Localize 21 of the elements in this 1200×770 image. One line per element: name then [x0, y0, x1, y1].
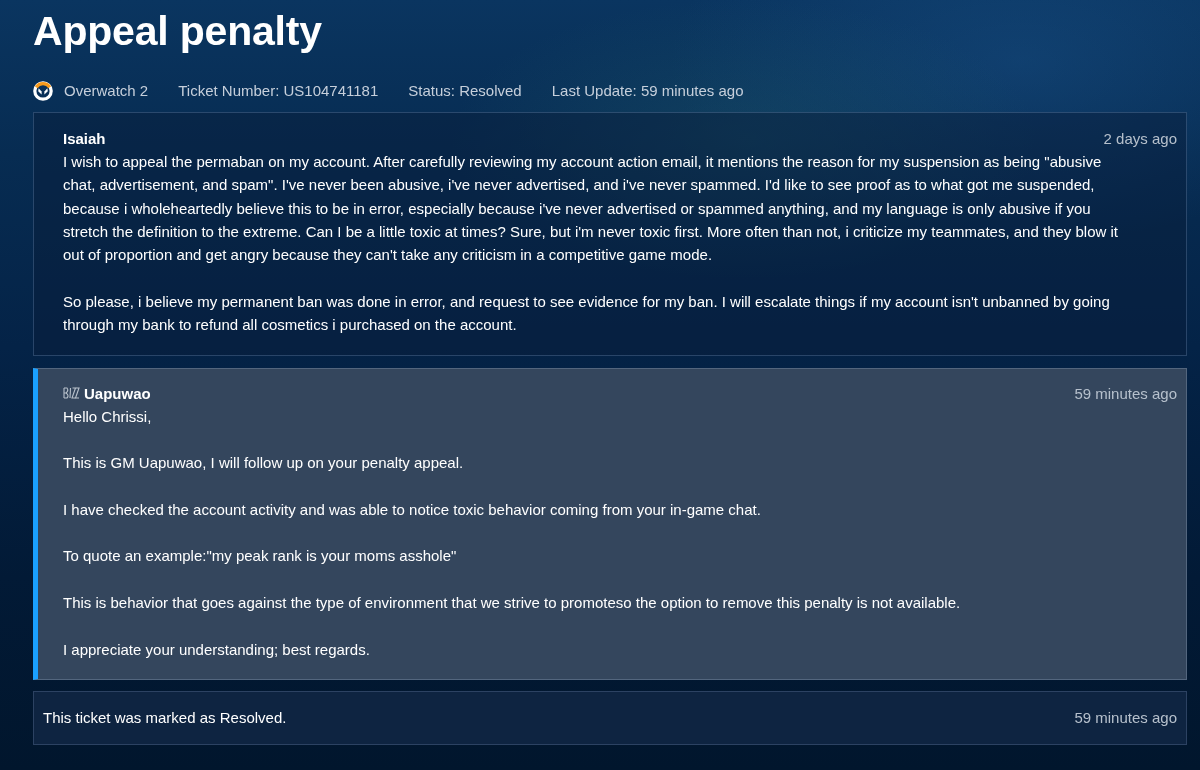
ticket-info-text: Ticket Number: US104741181: [178, 80, 379, 101]
game-logo-icon: [33, 81, 53, 102]
game-name: Overwatch 2: [64, 80, 149, 101]
message-paragraph: I wish to appeal the permaban on my account. After carefully reviewing my account action email, it mentions the reason for my suspension as being "abusive chat, advertisement, and spam". I've never been abusive, i've never advertised, and i've never spammed. I'd like to see proof as to what got me suspended, because i wholeheartedly believe this to be in error, especially because i've never advertised or spammed anything, and my language is only abusive if you stretch the definition to the extreme. Can I be a little toxic at times? Sure, but i'm never toxic first. More often than not, i criticize my teammates, and they blow it out of proportion and get angry because they can't take any criticism in a competitive game mode.: [63, 152, 1119, 266]
author-name: Uapuwao: [84, 383, 151, 404]
status-update-text: This ticket was marked as Resolved.: [43, 707, 287, 728]
message-paragraph: This is GM Uapuwao, I will follow up on your penalty appeal.: [63, 453, 465, 474]
message-time: 2 days ago: [1103, 129, 1177, 150]
author-name: Isaiah: [63, 129, 106, 150]
message-paragraph: Hello Chrissi,: [63, 406, 153, 427]
message-time: 59 minutes ago: [1074, 383, 1177, 404]
ticket-info-text: Last Update: 59 minutes ago: [551, 80, 744, 101]
message-paragraph: So please, i believe my permanent ban was done in error, and request to see evidence for my ban. I will escalate things if my account isn't unbanned by going through my bank to refund all cosmetics i purchased on the account.: [63, 291, 1111, 336]
message-paragraph: I appreciate your understanding; best regards.: [63, 639, 371, 660]
page-title: Appeal penalty: [33, 7, 323, 56]
ticket-info-text: Status: Resolved: [408, 80, 522, 101]
message-paragraph: This is behavior that goes against the type of environment that we strive to promoteso the option to remove this penalty is not available.: [63, 592, 962, 613]
message-paragraph: I have checked the account activity and was able to notice toxic behavior coming from your in-game chat.: [63, 499, 762, 520]
message-time: 59 minutes ago: [1074, 707, 1177, 728]
staff-logo-icon: [63, 386, 80, 401]
message-paragraph: To quote an example:"my peak rank is your moms asshole": [63, 546, 458, 567]
